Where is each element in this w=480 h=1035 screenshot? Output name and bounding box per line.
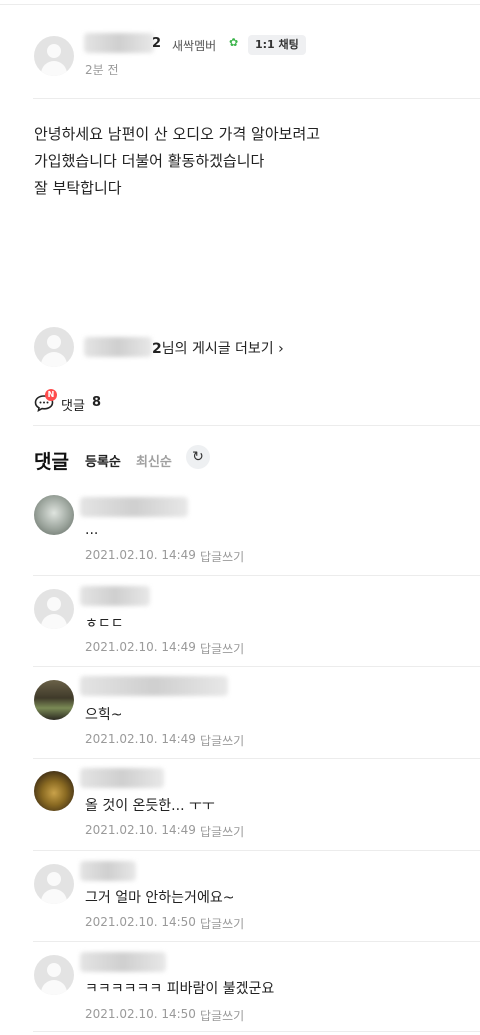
commenter-nickname-blurred[interactable] xyxy=(80,497,188,517)
comment-text: 으힉~ xyxy=(85,707,123,723)
new-badge: N xyxy=(45,389,57,401)
author-more-nick-suffix: 2 xyxy=(152,341,162,357)
commenter-avatar[interactable] xyxy=(34,589,74,629)
comment-text: ... xyxy=(85,522,99,538)
commenter-avatar[interactable] xyxy=(34,864,74,904)
author-more-avatar[interactable] xyxy=(34,327,74,367)
comment-divider xyxy=(33,666,480,667)
reply-button[interactable]: 답글쓰기 xyxy=(200,548,244,565)
commenter-nickname-blurred[interactable] xyxy=(80,768,164,788)
comment-divider xyxy=(33,850,480,851)
commenter-avatar[interactable] xyxy=(34,955,74,995)
comment-divider xyxy=(33,758,480,759)
comment-date: 2021.02.10. 14:50 xyxy=(85,915,196,929)
comment-text: ㅎㄷㄷ xyxy=(85,616,124,632)
post-body: 안녕하세요 남편이 산 오디오 가격 알아보려고 가입했습니다 더불어 활동하겠… xyxy=(34,121,320,202)
commenter-nickname-blurred[interactable] xyxy=(80,861,136,881)
comment-date: 2021.02.10. 14:49 xyxy=(85,640,196,654)
post-time: 2분 전 xyxy=(85,63,119,77)
commenter-avatar[interactable] xyxy=(34,495,74,535)
sort-latest-tab[interactable]: 최신순 xyxy=(136,451,172,470)
comment-divider xyxy=(33,575,480,576)
comment-count-label[interactable]: 댓글 xyxy=(61,395,85,414)
author-avatar[interactable] xyxy=(34,36,74,76)
chat-button[interactable]: 1:1 채팅 xyxy=(248,35,306,55)
comment-date: 2021.02.10. 14:49 xyxy=(85,823,196,837)
commenter-nickname-blurred[interactable] xyxy=(80,676,228,696)
sprout-icon: ✿ xyxy=(229,36,239,49)
reply-button[interactable]: 답글쓰기 xyxy=(200,823,244,840)
section-divider xyxy=(33,425,480,426)
author-more-nickname-blurred[interactable] xyxy=(84,337,152,357)
commenter-nickname-blurred[interactable] xyxy=(80,586,150,606)
comment-date: 2021.02.10. 14:49 xyxy=(85,732,196,746)
sort-registered-tab[interactable]: 등록순 xyxy=(85,451,121,470)
post-body-line: 안녕하세요 남편이 산 오디오 가격 알아보려고 xyxy=(34,125,321,143)
comment-divider xyxy=(33,941,480,942)
comments-title: 댓글 xyxy=(34,451,69,473)
reply-button[interactable]: 답글쓰기 xyxy=(200,732,244,749)
member-grade: 새싹멤버 xyxy=(172,39,217,53)
reply-button[interactable]: 답글쓰기 xyxy=(200,640,244,657)
post-body-line: 가입했습니다 더불어 활동하겠습니다 xyxy=(34,152,265,170)
reply-button[interactable]: 답글쓰기 xyxy=(200,1007,244,1024)
author-nickname-blurred[interactable] xyxy=(84,33,154,53)
reply-button[interactable]: 답글쓰기 xyxy=(200,915,244,932)
refresh-icon[interactable]: ↻ xyxy=(186,445,210,469)
comment-text: 그거 얼마 안하는거에요~ xyxy=(85,890,235,906)
comment-date: 2021.02.10. 14:50 xyxy=(85,1007,196,1021)
comment-divider xyxy=(33,1031,480,1032)
comment-text: ㅋㅋㅋㅋㅋㅋ 피바람이 불겠군요 xyxy=(85,981,275,997)
commenter-avatar[interactable] xyxy=(34,680,74,720)
top-divider xyxy=(0,4,480,5)
author-more-label: 님의 게시글 더보기 › xyxy=(161,341,284,357)
author-more-link[interactable]: 2님의 게시글 더보기 › xyxy=(152,338,284,358)
author-nickname-suffix[interactable]: 2 xyxy=(152,36,161,51)
comment-count: 8 xyxy=(92,395,102,410)
comment-date: 2021.02.10. 14:49 xyxy=(85,548,196,562)
post-body-line: 잘 부탁합니다 xyxy=(34,179,122,197)
commenter-nickname-blurred[interactable] xyxy=(80,952,166,972)
comment-text: 올 것이 온듯한... ㅜㅜ xyxy=(85,798,215,814)
commenter-avatar[interactable] xyxy=(34,771,74,811)
header-divider xyxy=(33,98,480,99)
